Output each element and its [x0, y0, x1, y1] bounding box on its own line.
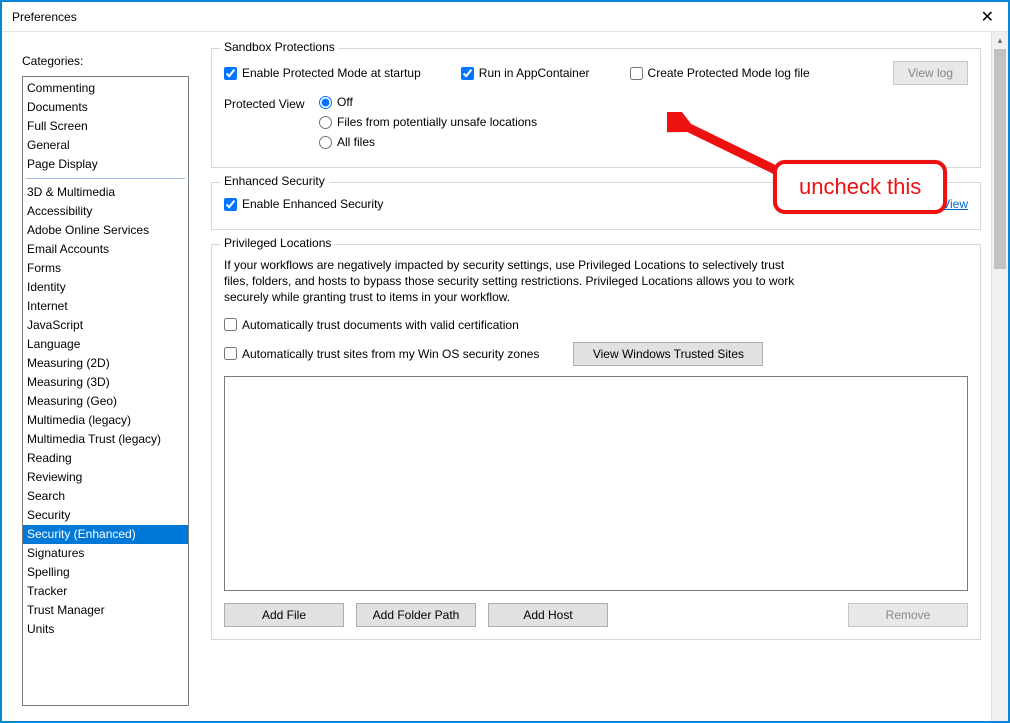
sidebar: Categories: CommentingDocumentsFull Scre…: [2, 32, 197, 721]
sidebar-item[interactable]: Trust Manager: [23, 601, 188, 620]
sidebar-item[interactable]: Identity: [23, 278, 188, 297]
pv-off-label: Off: [337, 95, 353, 109]
enable-protected-mode-input[interactable]: [224, 67, 237, 80]
close-icon[interactable]: ✕: [977, 7, 998, 27]
sidebar-item[interactable]: JavaScript: [23, 316, 188, 335]
enable-enhanced-checkbox[interactable]: Enable Enhanced Security: [224, 197, 383, 211]
spacer: [620, 603, 836, 627]
settings-panel: Sandbox Protections Enable Protected Mod…: [197, 32, 1008, 721]
auto-trust-cert-row: Automatically trust documents with valid…: [224, 318, 968, 332]
sidebar-item[interactable]: Multimedia (legacy): [23, 411, 188, 430]
sidebar-item[interactable]: Signatures: [23, 544, 188, 563]
sidebar-item[interactable]: Internet: [23, 297, 188, 316]
pv-off-radio[interactable]: Off: [319, 95, 537, 109]
sidebar-item[interactable]: Email Accounts: [23, 240, 188, 259]
categories-listbox[interactable]: CommentingDocumentsFull ScreenGeneralPag…: [22, 76, 189, 706]
sidebar-item[interactable]: Reviewing: [23, 468, 188, 487]
run-appcontainer-input[interactable]: [461, 67, 474, 80]
sidebar-item[interactable]: Tracker: [23, 582, 188, 601]
view-trusted-sites-button[interactable]: View Windows Trusted Sites: [573, 342, 763, 366]
run-appcontainer-checkbox[interactable]: Run in AppContainer: [461, 66, 590, 80]
remove-button: Remove: [848, 603, 968, 627]
sidebar-item[interactable]: Search: [23, 487, 188, 506]
create-log-input[interactable]: [630, 67, 643, 80]
enable-protected-mode-label: Enable Protected Mode at startup: [242, 66, 421, 80]
enhanced-row: Enable Enhanced Security Cross domain lo…: [224, 191, 968, 217]
protected-view-label: Protected View: [224, 95, 319, 111]
enable-protected-mode-checkbox[interactable]: Enable Protected Mode at startup: [224, 66, 421, 80]
sandbox-protections-group: Sandbox Protections Enable Protected Mod…: [211, 48, 981, 168]
sidebar-item[interactable]: Measuring (2D): [23, 354, 188, 373]
add-folder-path-button[interactable]: Add Folder Path: [356, 603, 476, 627]
protected-view-radios: Off Files from potentially unsafe locati…: [319, 95, 537, 155]
add-host-button[interactable]: Add Host: [488, 603, 608, 627]
pv-all-input[interactable]: [319, 136, 332, 149]
sidebar-item[interactable]: Full Screen: [23, 117, 188, 136]
sidebar-item[interactable]: Documents: [23, 98, 188, 117]
create-log-label: Create Protected Mode log file: [648, 66, 810, 80]
privileged-locations-group: Privileged Locations If your workflows a…: [211, 244, 981, 640]
cross-domain-log-label: Cross domain log file: [806, 197, 918, 211]
scroll-thumb[interactable]: [994, 49, 1006, 269]
sidebar-item[interactable]: Accessibility: [23, 202, 188, 221]
sidebar-item[interactable]: Measuring (Geo): [23, 392, 188, 411]
auto-trust-cert-checkbox[interactable]: Automatically trust documents with valid…: [224, 318, 519, 332]
sidebar-item[interactable]: Units: [23, 620, 188, 639]
sidebar-separator: [26, 178, 185, 179]
scroll-up-arrow-icon[interactable]: ▴: [992, 32, 1008, 49]
auto-trust-cert-label: Automatically trust documents with valid…: [242, 318, 519, 332]
sandbox-group-title: Sandbox Protections: [220, 40, 339, 54]
enable-enhanced-input[interactable]: [224, 198, 237, 211]
enable-enhanced-label: Enable Enhanced Security: [242, 197, 383, 211]
sidebar-item[interactable]: Spelling: [23, 563, 188, 582]
window-title: Preferences: [12, 10, 77, 24]
auto-trust-zones-checkbox[interactable]: Automatically trust sites from my Win OS…: [224, 347, 539, 361]
view-log-button: View log: [893, 61, 968, 85]
categories-label: Categories:: [22, 54, 189, 68]
preferences-window: Preferences ✕ Categories: CommentingDocu…: [0, 0, 1010, 723]
sidebar-item[interactable]: 3D & Multimedia: [23, 183, 188, 202]
privileged-description: If your workflows are negatively impacte…: [224, 257, 804, 306]
add-file-button[interactable]: Add File: [224, 603, 344, 627]
sidebar-item[interactable]: Language: [23, 335, 188, 354]
sidebar-item[interactable]: Multimedia Trust (legacy): [23, 430, 188, 449]
sidebar-item[interactable]: Page Display: [23, 155, 188, 174]
sidebar-item[interactable]: Security: [23, 506, 188, 525]
enhanced-security-group: Enhanced Security Enable Enhanced Securi…: [211, 182, 981, 230]
protected-view-row: Protected View Off Files from potentiall…: [224, 95, 968, 155]
cross-domain-log-checkbox[interactable]: Cross domain log file: [788, 197, 918, 211]
privileged-buttons-row: Add File Add Folder Path Add Host Remove: [224, 603, 968, 627]
enhanced-right: Cross domain log file View: [788, 197, 968, 211]
window-body: Categories: CommentingDocumentsFull Scre…: [2, 32, 1008, 721]
create-log-checkbox[interactable]: Create Protected Mode log file: [630, 66, 810, 80]
pv-unsafe-label: Files from potentially unsafe locations: [337, 115, 537, 129]
vertical-scrollbar[interactable]: ▴: [991, 32, 1008, 721]
auto-trust-zones-label: Automatically trust sites from my Win OS…: [242, 347, 539, 361]
sidebar-item[interactable]: Measuring (3D): [23, 373, 188, 392]
sidebar-item[interactable]: Security (Enhanced): [23, 525, 188, 544]
settings-content: Sandbox Protections Enable Protected Mod…: [211, 48, 981, 640]
auto-trust-zones-row: Automatically trust sites from my Win OS…: [224, 342, 968, 366]
view-link[interactable]: View: [942, 197, 968, 211]
sidebar-item[interactable]: Forms: [23, 259, 188, 278]
privileged-group-title: Privileged Locations: [220, 236, 335, 250]
sidebar-item[interactable]: General: [23, 136, 188, 155]
auto-trust-zones-input[interactable]: [224, 347, 237, 360]
pv-all-radio[interactable]: All files: [319, 135, 537, 149]
sandbox-row-1: Enable Protected Mode at startup Run in …: [224, 57, 968, 95]
cross-domain-log-input[interactable]: [788, 198, 801, 211]
run-appcontainer-label: Run in AppContainer: [479, 66, 590, 80]
sidebar-item[interactable]: Adobe Online Services: [23, 221, 188, 240]
sidebar-item[interactable]: Commenting: [23, 79, 188, 98]
pv-all-label: All files: [337, 135, 375, 149]
enhanced-group-title: Enhanced Security: [220, 174, 329, 188]
auto-trust-cert-input[interactable]: [224, 318, 237, 331]
pv-off-input[interactable]: [319, 96, 332, 109]
sidebar-item[interactable]: Reading: [23, 449, 188, 468]
privileged-locations-listbox[interactable]: [224, 376, 968, 591]
pv-unsafe-input[interactable]: [319, 116, 332, 129]
titlebar: Preferences ✕: [2, 2, 1008, 32]
pv-unsafe-radio[interactable]: Files from potentially unsafe locations: [319, 115, 537, 129]
